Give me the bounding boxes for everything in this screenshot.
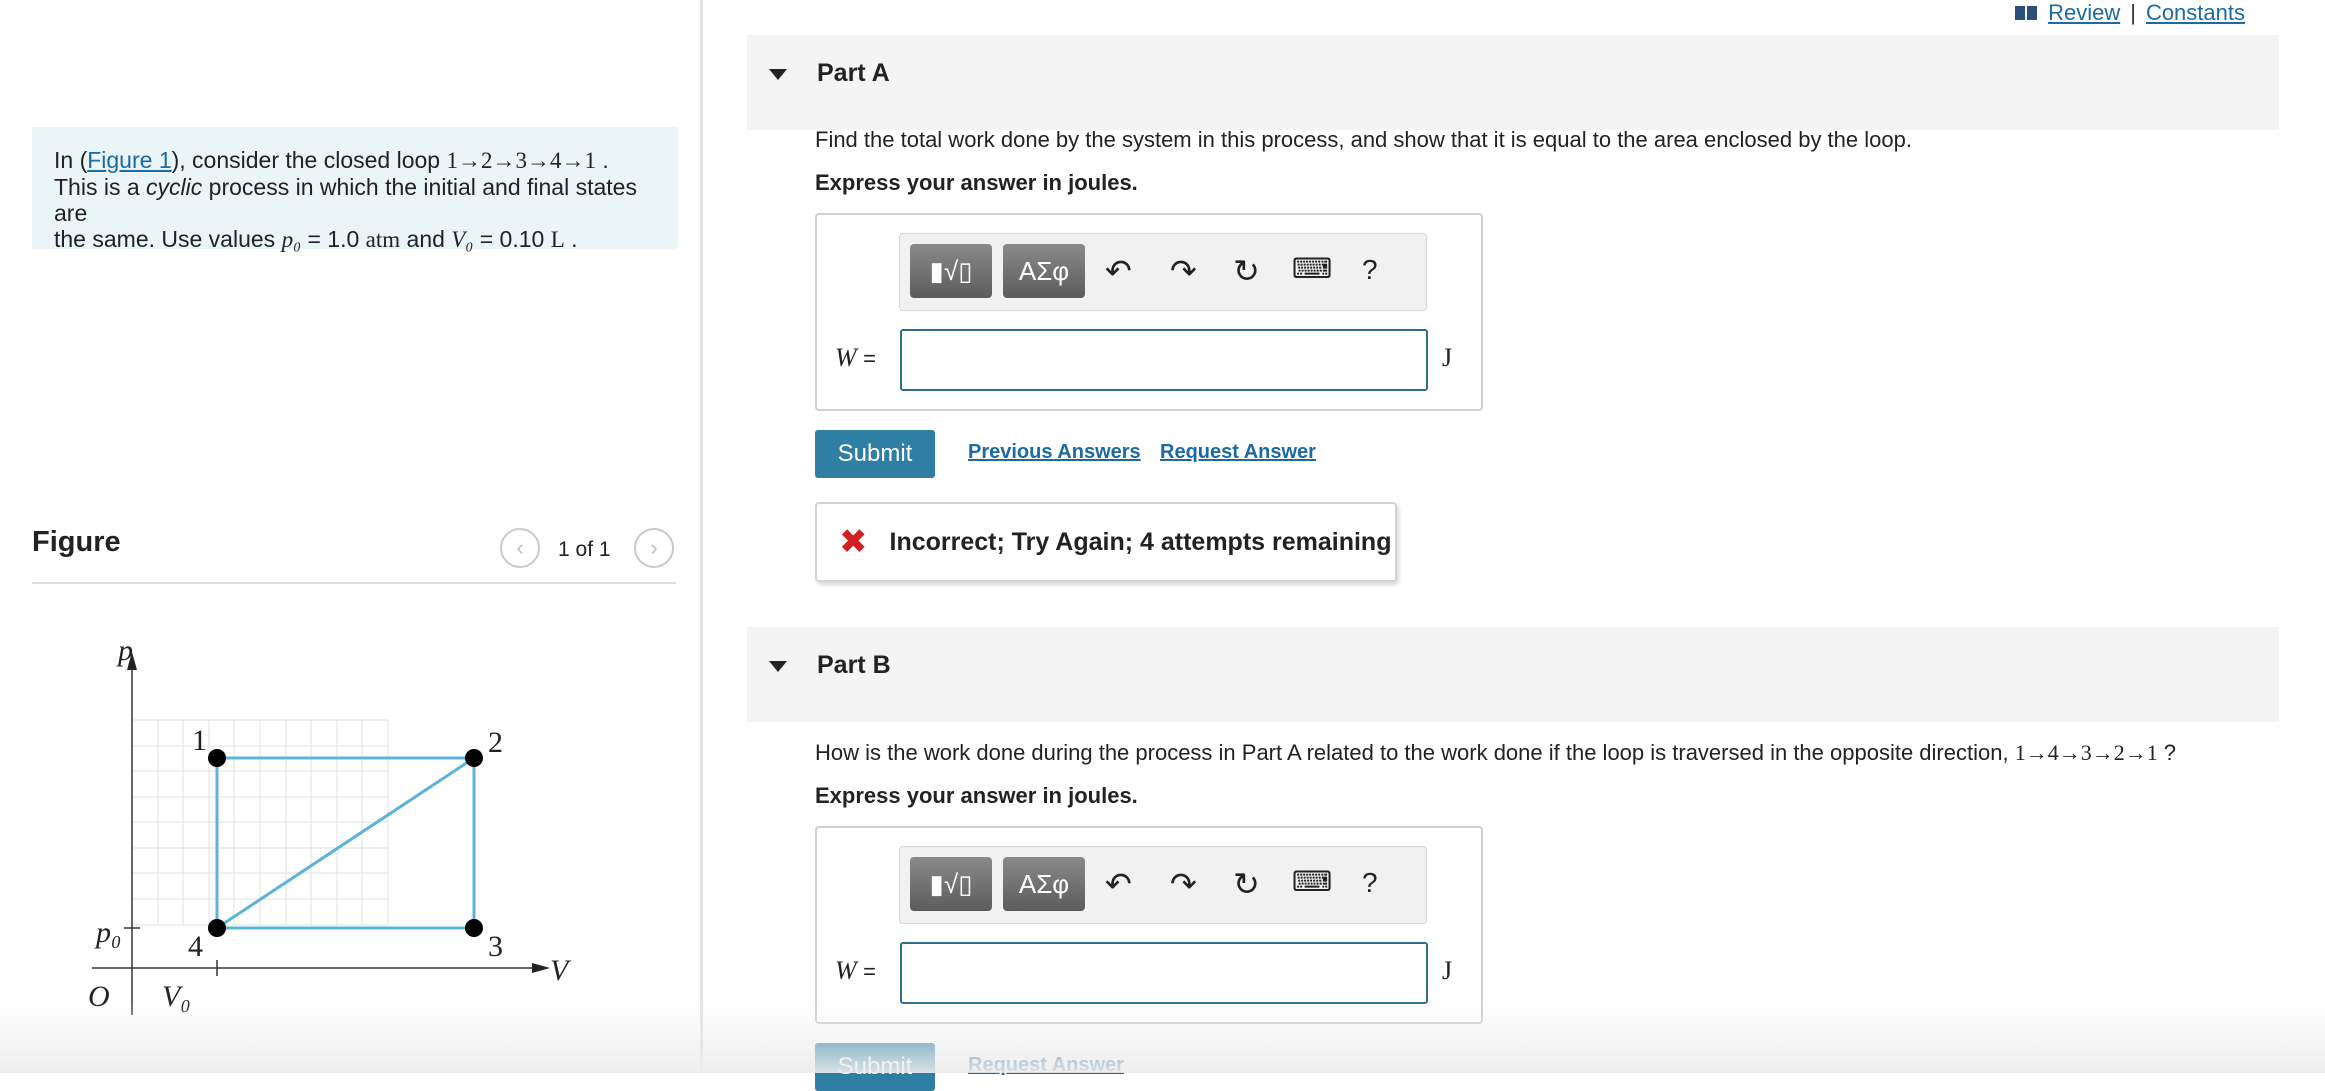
collapse-triangle-icon[interactable] xyxy=(769,69,787,80)
intro-text: This is a xyxy=(54,174,147,200)
previous-answers-link[interactable]: Previous Answers xyxy=(968,441,1141,464)
part-b-question: How is the work done during the process … xyxy=(815,740,2176,766)
question-text: How is the work done during the process … xyxy=(815,740,2015,765)
equals-sign: = xyxy=(863,959,877,984)
problem-intro: In (Figure 1), consider the closed loop … xyxy=(32,127,678,252)
origin-label: O xyxy=(88,980,110,1013)
p0-axis-label: p₀ xyxy=(94,916,121,949)
top-links: Review | Constants xyxy=(2014,0,2245,26)
intro-text: . xyxy=(564,226,578,252)
collapse-triangle-icon[interactable] xyxy=(769,661,787,672)
grid xyxy=(131,719,389,926)
state-3-label: 3 xyxy=(488,930,503,963)
v-axis-arrow xyxy=(532,963,550,973)
variable-w: W xyxy=(835,343,857,372)
chevron-left-icon: ‹ xyxy=(516,535,524,560)
help-icon[interactable]: ? xyxy=(1362,867,1378,899)
variable-w: W xyxy=(835,956,857,985)
answer-unit: J xyxy=(1442,343,1453,372)
feedback-text: Incorrect; Try Again; 4 attempts remaini… xyxy=(889,527,1392,556)
part-b-answer-input[interactable] xyxy=(900,942,1428,1004)
intro-text: In ( xyxy=(54,147,88,173)
v0-unit: L xyxy=(550,227,565,252)
templates-button[interactable]: ▮√▯ xyxy=(910,244,992,298)
help-icon[interactable]: ? xyxy=(1362,254,1378,286)
question-text: ? xyxy=(2157,740,2177,765)
templates-button[interactable]: ▮√▯ xyxy=(910,857,992,911)
p0-unit: atm xyxy=(365,227,401,252)
part-a-answer-box: ▮√▯ ΑΣφ ↶ ↷ ↻ ⌨ ? W = J xyxy=(815,213,1483,411)
axis-p-label: p xyxy=(116,634,133,667)
review-link[interactable]: Review xyxy=(2048,0,2120,26)
p0-symbol: p₀ xyxy=(281,227,302,252)
undo-icon[interactable]: ↶ xyxy=(1105,865,1132,903)
reset-icon[interactable]: ↻ xyxy=(1233,252,1260,290)
book-icon xyxy=(2015,6,2038,20)
state-3-point xyxy=(465,919,483,937)
v0-axis-label: V₀ xyxy=(162,980,191,1013)
symbols-button[interactable]: ΑΣφ xyxy=(1003,857,1085,911)
figure-divider xyxy=(32,582,676,584)
state-1-point xyxy=(208,749,226,767)
keyboard-icon[interactable]: ⌨ xyxy=(1292,252,1332,285)
answer-variable: W = xyxy=(835,956,876,986)
state-4-point xyxy=(208,919,226,937)
part-a-answer-input[interactable] xyxy=(900,329,1428,391)
part-b-submit-button[interactable]: Submit xyxy=(815,1043,935,1091)
reset-icon[interactable]: ↻ xyxy=(1233,865,1260,903)
answer-unit: J xyxy=(1442,956,1453,985)
symbols-button[interactable]: ΑΣφ xyxy=(1003,244,1085,298)
next-figure-button[interactable]: › xyxy=(634,528,674,568)
link-separator: | xyxy=(2130,0,2136,25)
cyclic-word: cyclic xyxy=(146,174,203,200)
part-b-title: Part B xyxy=(817,651,891,679)
intro-text: . xyxy=(596,147,609,173)
part-b-request-answer-link[interactable]: Request Answer xyxy=(968,1054,1124,1077)
pv-diagram: p V O V₀ p₀ 1 2 3 4 xyxy=(88,634,572,1015)
part-b-header[interactable]: Part B xyxy=(747,627,2279,722)
part-a-header[interactable]: Part A xyxy=(747,35,2279,130)
undo-icon[interactable]: ↶ xyxy=(1105,252,1132,290)
state-1-label: 1 xyxy=(192,724,207,757)
state-2-label: 2 xyxy=(488,726,503,759)
cycle-loop xyxy=(215,756,476,930)
loop-expression: 1→2→3→4→1 xyxy=(446,148,597,173)
figure-counter: 1 of 1 xyxy=(558,538,611,561)
part-b-instructions: Express your answer in joules. xyxy=(815,783,1138,808)
reverse-loop-expression: 1→4→3→2→1 xyxy=(2014,740,2158,765)
answer-variable: W = xyxy=(835,343,876,373)
keyboard-icon[interactable]: ⌨ xyxy=(1292,865,1332,898)
intro-text: ), consider the closed loop xyxy=(171,147,447,173)
state-2-point xyxy=(465,749,483,767)
figure-1-link[interactable]: Figure 1 xyxy=(87,147,171,173)
left-pane: In (Figure 1), consider the closed loop … xyxy=(0,0,700,1073)
pane-divider[interactable] xyxy=(700,0,703,1073)
part-a-feedback: ✖ Incorrect; Try Again; 4 attempts remai… xyxy=(815,502,1397,582)
part-b-answer-box: ▮√▯ ΑΣφ ↶ ↷ ↻ ⌨ ? W = J xyxy=(815,826,1483,1024)
part-a-submit-button[interactable]: Submit xyxy=(815,430,935,478)
equals-sign: = xyxy=(863,346,877,371)
axis-v-label: V xyxy=(550,954,572,987)
redo-icon[interactable]: ↷ xyxy=(1170,252,1197,290)
redo-icon[interactable]: ↷ xyxy=(1170,865,1197,903)
v0-value: = 0.10 xyxy=(473,226,551,252)
intro-text: and xyxy=(400,226,452,252)
state-4-label: 4 xyxy=(188,930,203,963)
v0-symbol: V₀ xyxy=(451,227,474,252)
p0-value: = 1.0 xyxy=(301,226,366,252)
part-a-request-answer-link[interactable]: Request Answer xyxy=(1160,441,1316,464)
intro-text: the same. Use values xyxy=(54,226,282,252)
math-toolbar: ▮√▯ ΑΣφ ↶ ↷ ↻ ⌨ ? xyxy=(899,846,1427,924)
figure-title: Figure xyxy=(32,526,121,558)
part-a-question: Find the total work done by the system i… xyxy=(815,127,1912,152)
part-a-instructions: Express your answer in joules. xyxy=(815,170,1138,195)
diagonal-4-2 xyxy=(216,756,475,930)
constants-link[interactable]: Constants xyxy=(2146,0,2245,26)
math-toolbar: ▮√▯ ΑΣφ ↶ ↷ ↻ ⌨ ? xyxy=(899,233,1427,311)
chevron-right-icon: › xyxy=(650,535,658,560)
prev-figure-button[interactable]: ‹ xyxy=(500,528,540,568)
incorrect-x-icon: ✖ xyxy=(839,523,868,561)
part-a-title: Part A xyxy=(817,59,890,87)
